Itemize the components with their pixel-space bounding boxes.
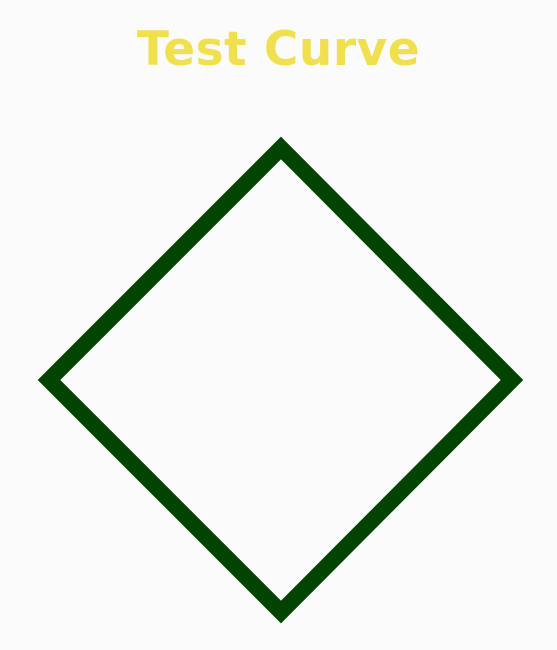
curve-canvas: [37, 136, 524, 624]
diamond-curve: [37, 136, 524, 624]
